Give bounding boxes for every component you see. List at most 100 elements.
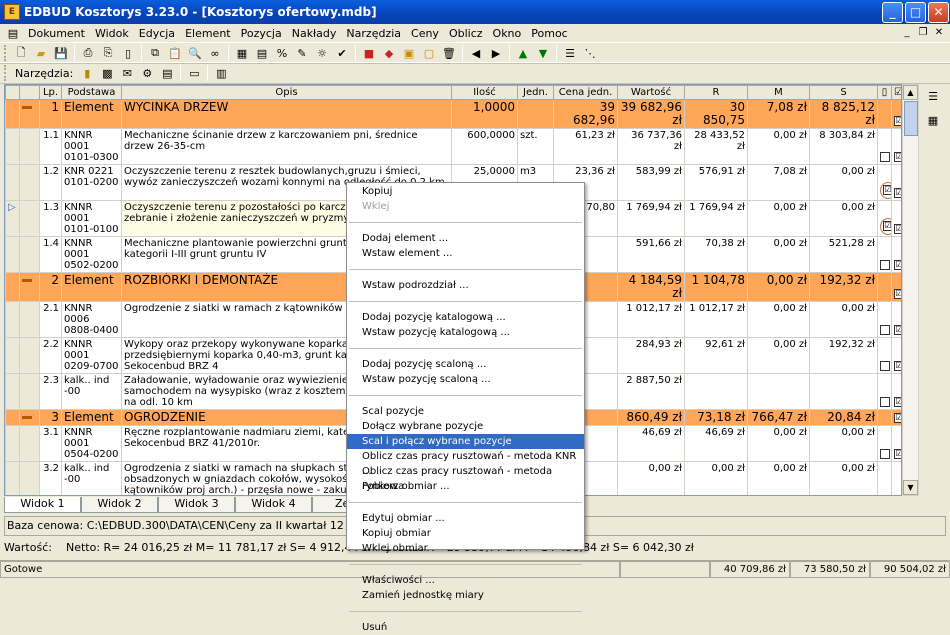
context-menu-item[interactable]: Scal pozycje <box>347 404 584 419</box>
context-menu-item[interactable]: Wstaw pozycję scaloną ... <box>347 372 584 387</box>
cell-podstawa[interactable]: KNNR 0001 0209-0700 <box>61 337 122 374</box>
cell-s[interactable]: 0,00 zł <box>809 301 878 338</box>
cell-m[interactable]: 0,00 zł <box>747 301 810 338</box>
cell-s[interactable]: 0,00 zł <box>809 164 878 201</box>
checkbox-checked[interactable]: ☑ <box>894 152 901 162</box>
page-setup-icon[interactable]: ▯ <box>119 44 137 62</box>
cell-lp[interactable]: 1.3 <box>39 200 62 237</box>
context-menu-item[interactable]: Usuń <box>347 620 584 635</box>
cell-m[interactable]: 0,00 zł <box>747 236 810 273</box>
toolbar-grip[interactable] <box>4 45 7 61</box>
cube-icon[interactable]: ▣ <box>400 44 418 62</box>
checkbox[interactable]: ☑ <box>883 185 891 195</box>
cell-r[interactable] <box>684 373 748 410</box>
context-menu-item[interactable]: Wklej obmiar <box>347 541 584 556</box>
scroll-thumb[interactable] <box>904 101 918 136</box>
mail-icon[interactable]: ✉ <box>118 64 136 82</box>
archive-icon[interactable]: ▥ <box>212 64 230 82</box>
scroll-down-button[interactable]: ▼ <box>903 480 918 495</box>
checkbox[interactable] <box>880 152 890 162</box>
book-red-icon[interactable]: ■ <box>360 44 378 62</box>
row-indicator[interactable] <box>5 373 20 410</box>
row-indicator[interactable] <box>5 99 20 129</box>
cell-r[interactable]: 46,69 zł <box>684 425 748 462</box>
checkbox[interactable] <box>880 397 890 407</box>
cell-lp[interactable]: 1.2 <box>39 164 62 201</box>
element-row[interactable]: 1 Element WYCINKA DRZEW 1,0000 39 682,96 39 6… <box>5 99 901 129</box>
row-expand[interactable] <box>19 200 40 237</box>
checkbox[interactable] <box>880 361 890 371</box>
cell-lock[interactable] <box>877 301 892 338</box>
cell-lp[interactable]: 2.1 <box>39 301 62 338</box>
cell-wartosc[interactable]: 0,00 zł <box>617 461 685 495</box>
row-expand[interactable] <box>19 337 40 374</box>
cell-podstawa[interactable]: KNR 0221 0101-0200 <box>61 164 122 201</box>
minimize-button[interactable]: _ <box>882 2 903 23</box>
context-menu-item[interactable]: Kopiuj obmiar <box>347 526 584 541</box>
checkbox-highlighted[interactable]: ☑ <box>880 182 891 199</box>
context-menu-item[interactable]: Oblicz czas pracy rusztowań - metoda ryn… <box>347 464 584 492</box>
row-indicator[interactable] <box>5 425 20 462</box>
percent-icon[interactable]: % <box>273 44 291 62</box>
cell-wartosc[interactable]: 1 012,17 zł <box>617 301 685 338</box>
cell-check[interactable]: ☑ <box>891 200 901 237</box>
list-icon[interactable]: ▤ <box>253 44 271 62</box>
context-menu-item[interactable]: Dodaj pozycję katalogową ... <box>347 310 584 325</box>
checkbox[interactable]: ☑ <box>883 221 891 231</box>
cell-s[interactable]: 0,00 zł <box>809 425 878 462</box>
row-indicator[interactable]: ▷ <box>5 200 20 237</box>
cell-wartosc[interactable]: 284,93 zł <box>617 337 685 374</box>
arrow-down-icon[interactable]: ▼ <box>534 44 552 62</box>
cell-podstawa[interactable]: Element <box>61 272 122 302</box>
cell-podstawa[interactable]: KNNR 0006 0808-0400 <box>61 301 122 338</box>
cell-wartosc[interactable]: 583,99 zł <box>617 164 685 201</box>
cell-lock[interactable] <box>877 99 892 129</box>
cell-m[interactable]: 0,00 zł <box>747 128 810 165</box>
row-expand[interactable] <box>19 272 40 302</box>
collapse-icon[interactable] <box>22 106 32 109</box>
monitor-icon[interactable]: ▭ <box>185 64 203 82</box>
row-expand[interactable] <box>19 128 40 165</box>
cell-lock[interactable] <box>877 337 892 374</box>
cell-lp[interactable]: 1.4 <box>39 236 62 273</box>
row-indicator[interactable] <box>5 236 20 273</box>
cell-lp[interactable]: 2.3 <box>39 373 62 410</box>
menu-ceny[interactable]: Ceny <box>406 27 444 40</box>
row-indicator[interactable] <box>5 128 20 165</box>
cell-lock[interactable] <box>877 128 892 165</box>
mdi-restore-button[interactable]: ❐ <box>916 26 930 40</box>
cell-cena[interactable]: 61,23 zł <box>553 128 618 165</box>
cell-check[interactable]: ☑ <box>891 128 901 165</box>
tree-icon[interactable]: ⋱ <box>581 44 599 62</box>
cell-opis[interactable]: WYCINKA DRZEW <box>121 99 452 129</box>
cell-s[interactable] <box>809 373 878 410</box>
cell-wartosc[interactable]: 39 682,96 zł <box>617 99 685 129</box>
cell-check[interactable]: ☑ <box>891 461 901 495</box>
cell-lock[interactable] <box>877 425 892 462</box>
checkbox[interactable] <box>880 325 890 335</box>
header-ilosc[interactable]: Ilość <box>451 85 518 100</box>
context-menu-item[interactable]: Wstaw pozycję katalogową ... <box>347 325 584 340</box>
cell-opis[interactable]: Mechaniczne ścinanie drzew z karczowanie… <box>121 128 452 165</box>
cell-podstawa[interactable]: kalk.. ind -00 <box>61 373 122 410</box>
checkbox-checked[interactable]: ☑ <box>894 115 901 126</box>
cell-lock[interactable] <box>877 409 892 426</box>
header-jedn[interactable]: Jedn. <box>517 85 554 100</box>
cell-wartosc[interactable]: 591,66 zł <box>617 236 685 273</box>
checkbox-checked[interactable]: ☑ <box>894 188 901 198</box>
maximize-button[interactable]: □ <box>905 2 926 23</box>
header-r[interactable]: R <box>684 85 748 100</box>
cell-s[interactable]: 8 825,12 zł <box>809 99 878 129</box>
context-menu-item[interactable]: Pobierz obmiar ... <box>347 479 584 494</box>
tab-widok-3[interactable]: Widok 3 <box>158 497 235 513</box>
cell-s[interactable]: 192,32 zł <box>809 337 878 374</box>
cell-m[interactable]: 0,00 zł <box>747 337 810 374</box>
cell-s[interactable]: 8 303,84 zł <box>809 128 878 165</box>
header-wartosc[interactable]: Wartość <box>617 85 685 100</box>
context-menu-item[interactable]: Dodaj element ... <box>347 231 584 246</box>
context-menu-item[interactable]: Wstaw element ... <box>347 246 584 261</box>
context-menu-item[interactable]: Oblicz czas pracy rusztowań - metoda KNR… <box>347 449 584 477</box>
cell-jedn[interactable]: szt. <box>517 128 554 165</box>
cell-podstawa[interactable]: KNNR 0001 0101-0300 <box>61 128 122 165</box>
menu-dokument[interactable]: Dokument <box>23 27 90 40</box>
